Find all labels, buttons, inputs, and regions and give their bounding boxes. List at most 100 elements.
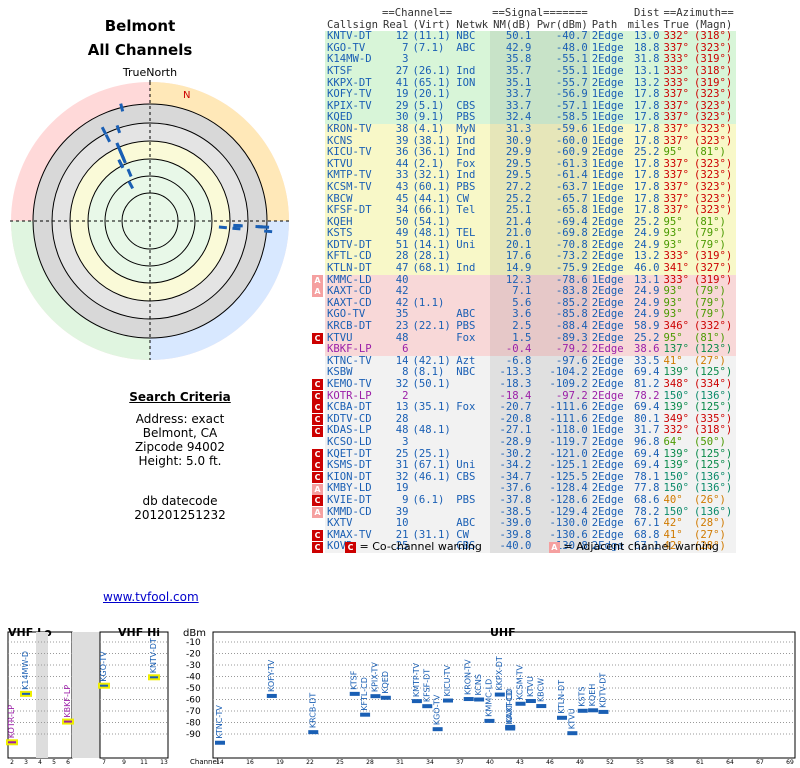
spectrum-station-label: KBKF-LP <box>63 685 72 718</box>
spectrum-station-bar <box>360 712 371 717</box>
cell-pwr: -75.9 <box>533 262 590 275</box>
cell-net <box>454 275 490 287</box>
cell-pwr: -119.7 <box>533 436 590 449</box>
spectrum-station-bar <box>474 697 485 702</box>
cell-mag: (28°) <box>694 517 726 530</box>
dist-group-header: Dist <box>634 7 660 19</box>
co-channel-warning-icon: C <box>312 414 323 425</box>
cell-mi: 68.6 <box>634 493 660 506</box>
cell-call: KVIE-DT <box>327 493 372 506</box>
channel-tick-label: 11 <box>140 759 148 766</box>
cell-virt: (1.1) <box>412 296 445 309</box>
cell-real: 34 <box>395 204 409 217</box>
warning-legend: C = Co-channel warning A = Adjacent chan… <box>345 540 719 553</box>
spectrum-station-label: KDTV-DT <box>598 673 607 708</box>
cell-path: 1Edge <box>591 122 624 135</box>
search-line: Address: exact <box>135 412 225 426</box>
spectrum-grid: -10-20-30-40-50-60-70-80-902 3 4 5 6 7 9 11 13 14… <box>8 638 795 766</box>
cell-mag: (327°) <box>694 262 733 275</box>
co-channel-warning-icon: C <box>312 402 323 414</box>
spectrum-station-bar <box>6 739 18 746</box>
cell-real: 9 <box>402 493 409 506</box>
stations-table: ==Channel== ==Signal======= Dist ==Azimu… <box>325 7 736 553</box>
cell-real: 43 <box>395 180 409 193</box>
cell-path: 2Edge <box>591 517 624 530</box>
cell-tru: 64° <box>663 435 683 448</box>
channel-tick-label: 3 <box>24 759 28 766</box>
cell-call: KTLN-DT <box>327 262 372 275</box>
radar-station-mark <box>218 225 227 230</box>
cell-virt: (68.1) <box>412 262 451 275</box>
spectrum-station-bar <box>411 699 422 704</box>
cell-path: 1Edge <box>591 64 624 77</box>
co-channel-warning-icon: C <box>312 460 323 472</box>
cell-real: 36 <box>395 146 409 159</box>
spectrum-station-bar <box>215 740 225 745</box>
cell-net: Ind <box>456 64 476 77</box>
cell-virt <box>411 507 455 519</box>
spectrum-station-bar <box>536 704 547 709</box>
table-row: KVIE-DT 9 (6.1) PBS -37.8 -128.6 2Edge 68.6 40° (… <box>325 493 736 507</box>
cell-nm: 35.7 <box>490 65 534 78</box>
spectrum-station-label: KPIX-TV <box>370 662 379 693</box>
cell-virt: (36.1) <box>412 146 451 159</box>
spectrum-station-label: KCSM-TV <box>516 664 525 699</box>
cell-nm: -28.9 <box>490 436 534 449</box>
cell-tru: 333° <box>663 64 690 77</box>
dbm-tick-label: -50 <box>186 684 201 694</box>
tvfool-link[interactable]: www.tvfool.com <box>103 590 199 604</box>
cell-real: 38 <box>395 122 409 135</box>
cell-path: 1Edge <box>591 180 624 193</box>
channel-tick-label: 2 <box>10 759 14 766</box>
cell-nm: 29.9 <box>490 147 534 159</box>
cell-mag: (334°) <box>694 378 733 390</box>
cell-nm: -39.0 <box>490 518 534 530</box>
cell-real: 31 <box>395 459 409 472</box>
cell-virt: (4.1) <box>412 122 445 135</box>
cell-net: CBS <box>456 470 476 483</box>
cell-mi: 17.8 <box>634 204 660 217</box>
channel-tick-label: 46 <box>546 759 554 766</box>
co-channel-warning-icon: C <box>312 495 323 507</box>
spectrum-station-bar <box>308 730 319 735</box>
radar-station-mark <box>232 226 241 231</box>
spectrum-station-bar <box>484 718 495 723</box>
cell-mag: (323°) <box>694 122 733 135</box>
table-row: KRCB-DT 23 (22.1) PBS 2.5 -88.4 2Edge 58.9 346° (… <box>325 320 736 333</box>
spectrum-station-label: KKPX-DT <box>495 656 504 690</box>
channel-tick-label: 22 <box>306 759 314 766</box>
cell-tru: 42° <box>663 517 683 530</box>
co-channel-warning-icon: C <box>312 541 323 553</box>
cell-pwr: -59.6 <box>533 123 590 136</box>
channel-group-header: ==Channel== <box>382 7 453 19</box>
cell-path: 2Edge <box>591 262 624 275</box>
cell-pwr: -56.9 <box>533 89 590 101</box>
azimuth-group-header: ==Azimuth== <box>663 7 734 19</box>
spectrum-station-label: KGO-TV <box>433 694 442 725</box>
cell-virt: (48.1) <box>412 424 451 437</box>
cell-nm: 27.2 <box>490 181 534 194</box>
north-marker: N <box>183 90 190 101</box>
cell-pwr: -128.6 <box>533 494 590 507</box>
cell-mag: (125°) <box>694 459 733 472</box>
spectrum-station-label: KTSF <box>350 670 359 690</box>
cell-virt: (20.1) <box>412 88 451 101</box>
spectrum-station-label: KOFY-TV <box>267 659 276 692</box>
channel-tick-label: 64 <box>726 759 734 766</box>
cell-mag: (26°) <box>694 493 726 506</box>
cell-pwr: -65.8 <box>533 204 590 217</box>
cell-virt: (7.1) <box>412 41 445 54</box>
cell-virt: (50.1) <box>412 378 451 390</box>
cell-mi: 13.1 <box>634 64 660 77</box>
spectrum-station-label: KQEH <box>588 684 597 707</box>
cell-mi: 17.8 <box>634 88 660 101</box>
channel-tick-label: 5 <box>52 759 56 766</box>
spectrum-station-label: KRCB-DT <box>308 693 317 729</box>
spectrum-station-label: KNTV-DT <box>149 638 158 673</box>
cell-mi: 96.8 <box>634 435 660 448</box>
channel-tick-label: 40 <box>486 759 494 766</box>
co-channel-warning-icon: C <box>312 425 323 437</box>
spectrum-station-label: KTVU <box>526 676 535 697</box>
cell-call: KOFY-TV <box>327 88 372 101</box>
cell-tru: 337° <box>663 180 690 193</box>
